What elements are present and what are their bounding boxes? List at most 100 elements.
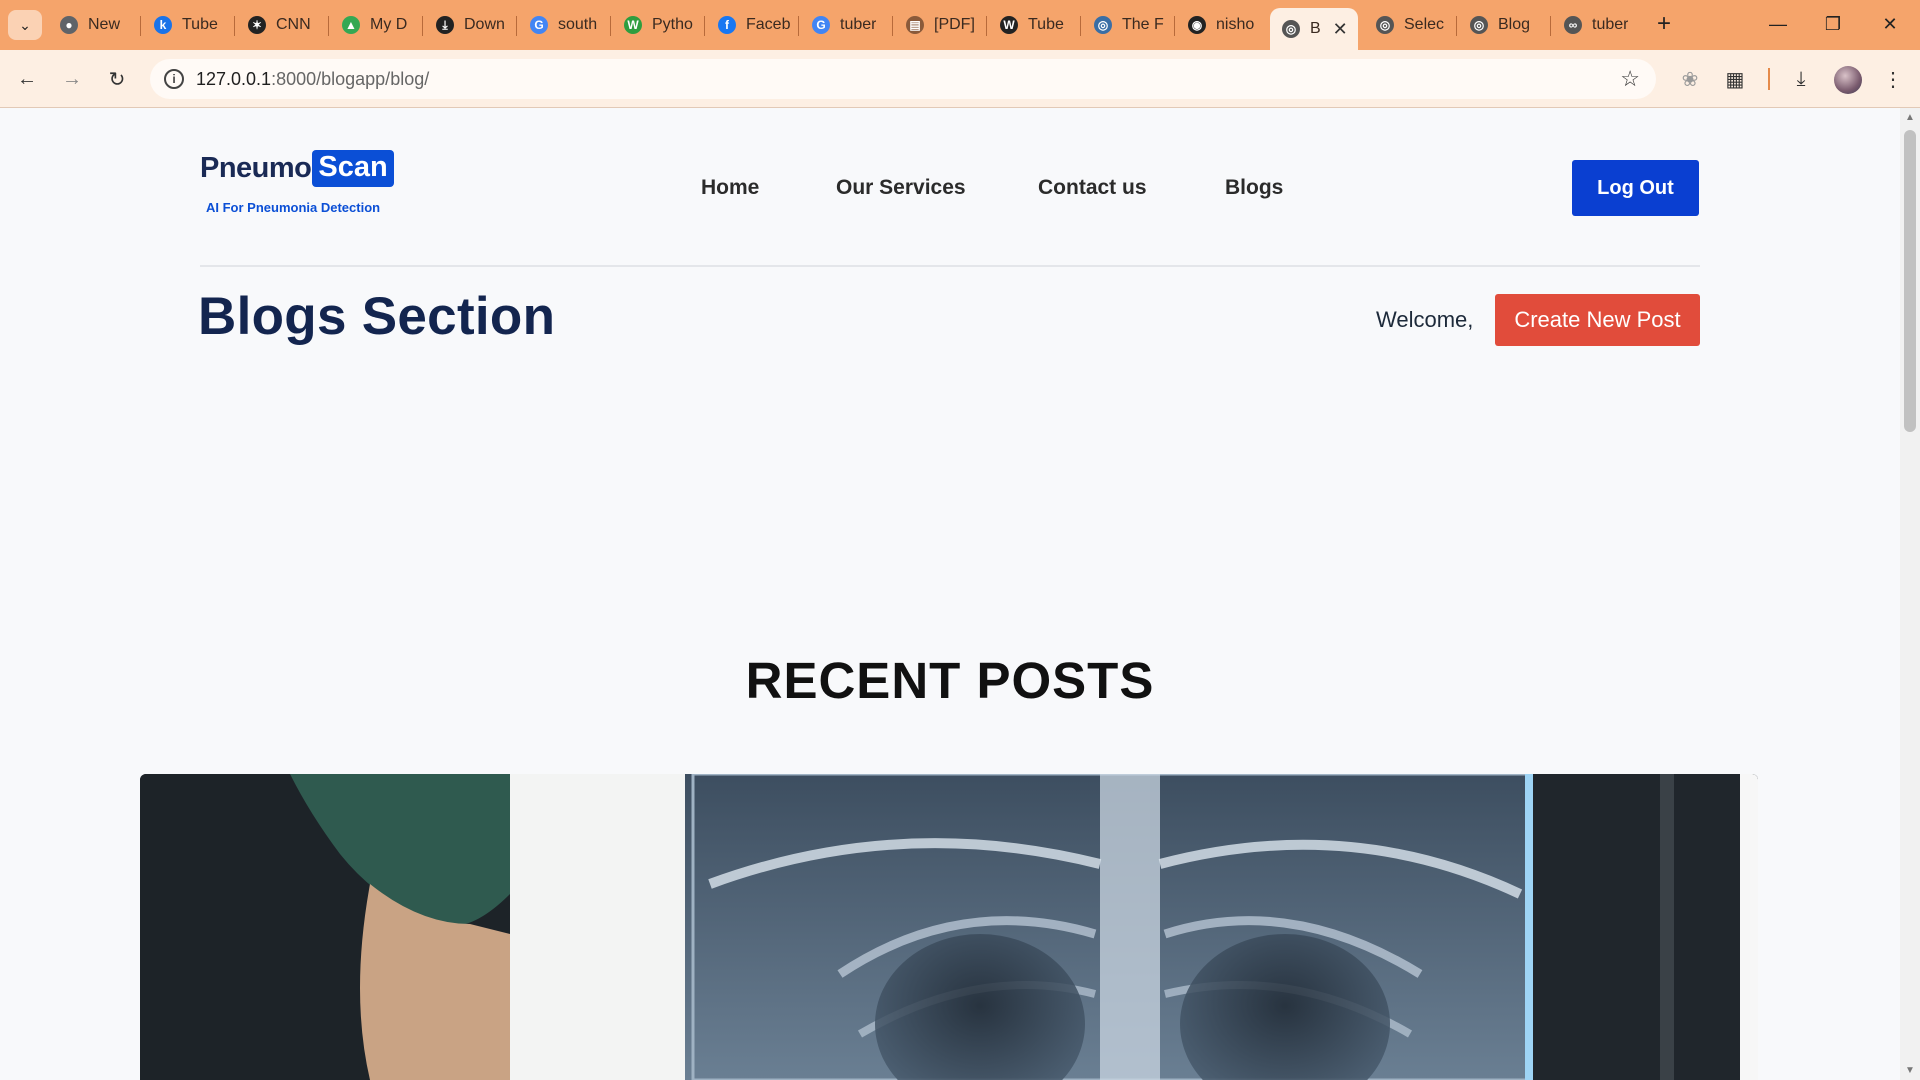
nav-contact-us[interactable]: Contact us	[1038, 176, 1147, 200]
pdf-icon: ▤	[906, 16, 924, 34]
nav-blogs[interactable]: Blogs	[1225, 176, 1283, 200]
tab-search-button[interactable]: ⌄	[8, 10, 42, 40]
tab-title: Down	[464, 16, 505, 33]
scrollbar-thumb[interactable]	[1904, 130, 1916, 432]
nav-our-services[interactable]: Our Services	[836, 176, 966, 200]
tab-title: south	[558, 16, 598, 33]
browser-tab[interactable]: ▲ My D	[330, 8, 418, 42]
tab-strip: ⌄ ● New k Tube ✶ CNN ▲ My D ⤓ Down Gsouth W Pytho f Fa…	[0, 0, 1920, 50]
restore-icon: ❐	[1824, 13, 1842, 34]
facebook-icon: f	[718, 16, 736, 34]
address-bar[interactable]: i 127.0.0.1:8000/blogapp/blog/ ☆	[150, 59, 1656, 99]
browser-tab[interactable]: k Tube	[142, 8, 230, 42]
minimize-icon: —	[1769, 13, 1787, 34]
logo-text-part1: Pneumo	[200, 152, 312, 184]
close-icon: ✕	[1882, 13, 1898, 34]
tab-separator	[704, 16, 705, 36]
recent-posts-heading: RECENT POSTS	[745, 652, 1155, 709]
browser-tab[interactable]: ◎ Blog	[1458, 8, 1546, 42]
browser-tab[interactable]: Gtuber	[800, 8, 888, 42]
tab-title: Pytho	[652, 16, 693, 33]
tab-separator	[986, 16, 987, 36]
tab-title: CNN	[276, 16, 311, 33]
tab-title: Blog	[1498, 16, 1531, 33]
tab-title: tuber	[840, 16, 877, 33]
extensions-puzzle-icon[interactable]: ▦	[1722, 66, 1748, 92]
header-divider	[200, 265, 1700, 267]
tab-separator	[516, 16, 517, 36]
profile-avatar[interactable]	[1834, 66, 1862, 94]
tab-title: My D	[370, 16, 408, 33]
tab-title: Tube	[1028, 16, 1064, 33]
minimize-button[interactable]: —	[1758, 10, 1798, 38]
post-thumbnail-xray-image[interactable]	[140, 774, 1758, 1080]
tab-separator	[234, 16, 235, 36]
tab-title: Tube	[182, 16, 218, 33]
browser-tab[interactable]: ◉ nisho	[1176, 8, 1264, 42]
close-tab-icon[interactable]: ✕	[1333, 19, 1348, 40]
tab-separator	[422, 16, 423, 36]
scroll-up-arrow-icon[interactable]: ▲	[1905, 112, 1915, 123]
browser-tab[interactable]: ∞ tuber	[1552, 8, 1640, 42]
downloads-icon[interactable]: ⤓	[1788, 66, 1814, 92]
page-scrollbar[interactable]: ▲ ▼	[1900, 108, 1920, 1080]
page-title: Blogs Section	[198, 287, 556, 346]
browser-tab[interactable]: ⤓ Down	[424, 8, 512, 42]
arrow-left-icon: ←	[17, 67, 37, 90]
back-button[interactable]: ←	[10, 62, 44, 96]
create-new-post-button[interactable]: Create New Post	[1495, 294, 1700, 346]
tab-title: nisho	[1216, 16, 1255, 33]
tab-separator	[610, 16, 611, 36]
site-info-icon[interactable]: i	[164, 69, 184, 89]
menu-kebab-icon[interactable]: ⋮	[1880, 66, 1906, 92]
drive-icon: ▲	[342, 16, 360, 34]
url-text[interactable]: 127.0.0.1:8000/blogapp/blog/	[196, 69, 429, 90]
globe-icon: ◎	[1282, 20, 1300, 38]
browser-tab[interactable]: W Pytho	[612, 8, 700, 42]
browser-tab[interactable]: ● New	[48, 8, 136, 42]
download-icon: ⤓	[436, 16, 454, 34]
forward-button[interactable]: →	[55, 62, 89, 96]
globe-icon: ◎	[1094, 16, 1112, 34]
chevron-down-icon: ⌄	[19, 16, 31, 33]
reload-icon: ↻	[108, 68, 126, 91]
w-icon: W	[624, 16, 642, 34]
tab-separator	[1456, 16, 1457, 36]
arrow-right-icon: →	[62, 67, 82, 90]
new-tab-button[interactable]: +	[1650, 10, 1678, 38]
chrome-icon: ●	[60, 16, 78, 34]
restore-button[interactable]: ❐	[1813, 10, 1853, 38]
browser-tab[interactable]: f Faceb	[706, 8, 794, 42]
close-window-button[interactable]: ✕	[1870, 10, 1910, 38]
nav-home[interactable]: Home	[701, 176, 759, 200]
k-icon: k	[154, 16, 172, 34]
browser-tab[interactable]: ◎ B ✕	[1270, 8, 1358, 50]
browser-tab[interactable]: ◎ The F	[1082, 8, 1170, 42]
tab-separator	[1550, 16, 1551, 36]
tab-title: New	[88, 16, 121, 33]
tab-separator	[140, 16, 141, 36]
browser-tab[interactable]: ✶ CNN	[236, 8, 324, 42]
toolbar-divider	[1768, 68, 1770, 90]
browser-tab[interactable]: ◎ Selec	[1364, 8, 1452, 42]
extension-icon[interactable]: ❀	[1677, 66, 1703, 92]
welcome-text: Welcome,	[1376, 307, 1474, 332]
logout-button[interactable]: Log Out	[1572, 160, 1699, 216]
plus-icon: +	[1656, 10, 1671, 37]
tab-title: The F	[1122, 16, 1164, 33]
browser-tab[interactable]: Gsouth	[518, 8, 606, 42]
tab-separator	[328, 16, 329, 36]
tab-separator	[1174, 16, 1175, 36]
tab-separator	[1080, 16, 1081, 36]
browser-tab[interactable]: ▤ [PDF]	[894, 8, 982, 42]
logo-text-part2: Scan	[312, 150, 394, 187]
reload-button[interactable]: ↻	[100, 62, 134, 96]
browser-tab[interactable]: W Tube	[988, 8, 1076, 42]
browser-toolbar: ← → ↻ i 127.0.0.1:8000/blogapp/blog/ ☆ ❀…	[0, 50, 1920, 108]
tab-separator	[892, 16, 893, 36]
wikipedia-icon: W	[1000, 16, 1018, 34]
bookmark-star-icon[interactable]: ☆	[1620, 66, 1640, 92]
github-icon: ◉	[1188, 16, 1206, 34]
scroll-down-arrow-icon[interactable]: ▼	[1905, 1065, 1915, 1076]
site-logo[interactable]: Pneumo Scan AI For Pneumonia Detection	[200, 150, 394, 215]
